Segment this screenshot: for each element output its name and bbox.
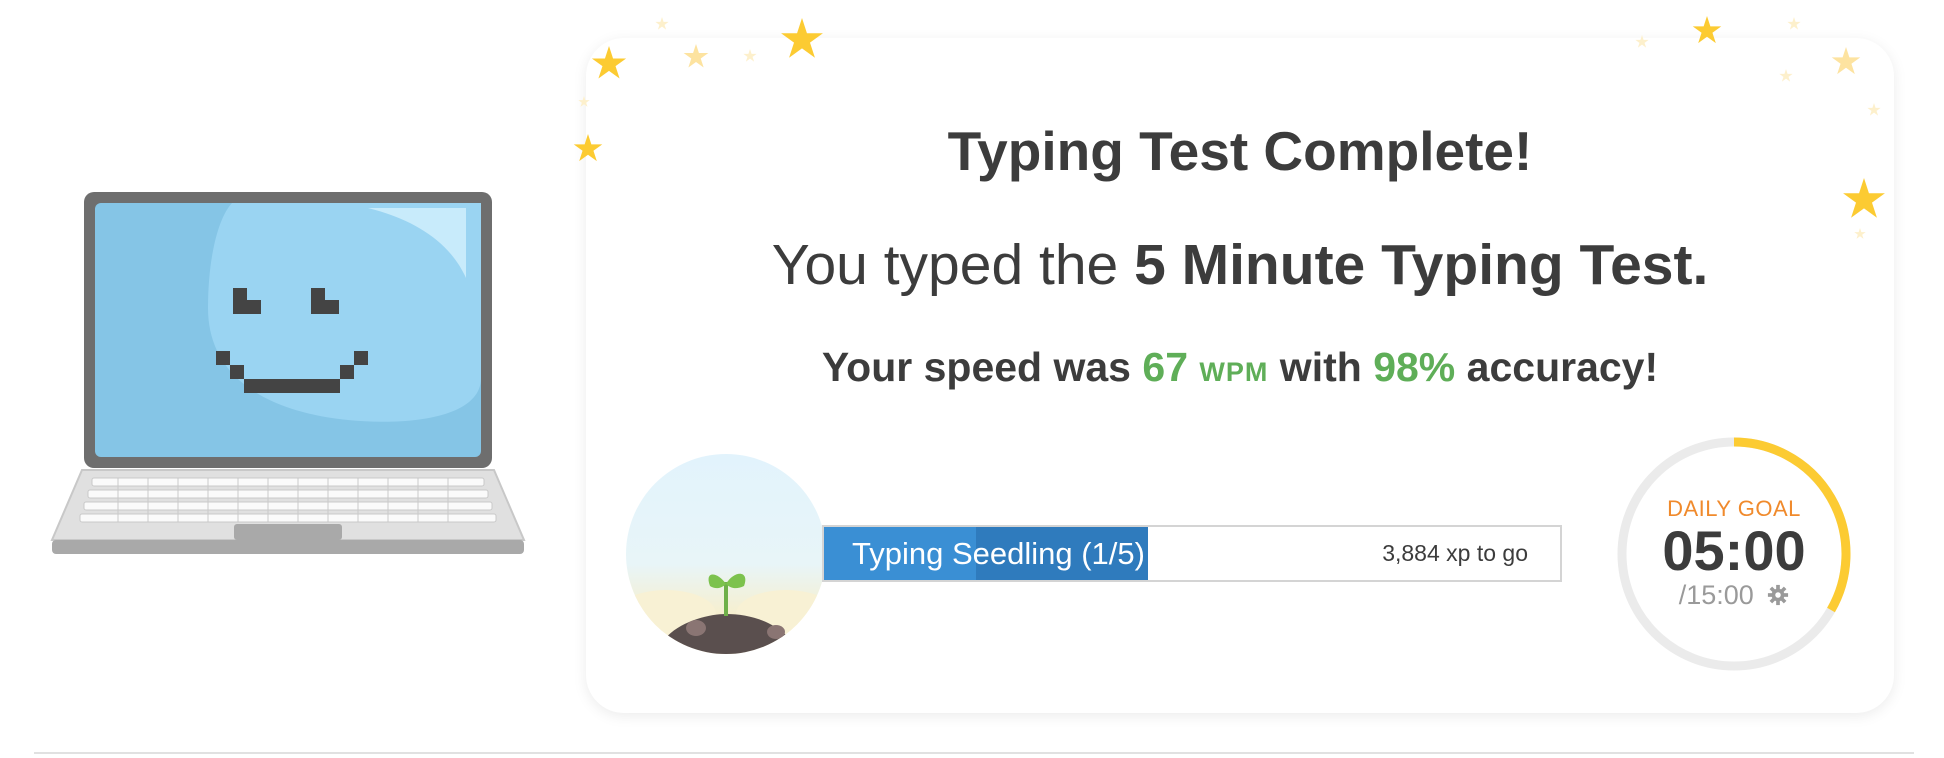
section-divider (34, 752, 1914, 754)
speed-line: Your speed was 67 WPM with 98% accuracy! (586, 342, 1894, 397)
test-name-line: You typed the 5 Minute Typing Test. (586, 230, 1894, 300)
speed-unit: WPM (1199, 357, 1269, 387)
gear-icon[interactable] (1767, 584, 1789, 606)
speed-middle: with (1279, 344, 1362, 390)
seedling-icon (626, 454, 826, 654)
daily-goal-total-text: /15:00 (1678, 579, 1754, 610)
result-title: Typing Test Complete! (947, 120, 1533, 182)
smiling-laptop-icon (50, 192, 526, 554)
accuracy-value: 98% (1373, 344, 1456, 390)
level-label: Typing Seedling (1/5) (852, 536, 1145, 571)
test-name: 5 Minute Typing Test. (1134, 233, 1709, 297)
level-progress-bar: Typing Seedling (1/5) 3,884 xp to go (822, 525, 1562, 582)
test-prefix: You typed the (771, 233, 1119, 297)
accuracy-suffix: accuracy! (1466, 344, 1659, 390)
xp-remaining: 3,884 xp to go (1382, 540, 1528, 566)
speed-value: 67 (1142, 344, 1188, 390)
level-progress-fill: Typing Seedling (1/5) (824, 527, 1148, 580)
daily-goal-time: 05:00 (1662, 519, 1806, 582)
daily-goal-total: /15:00 (1614, 577, 1854, 611)
speed-prefix: Your speed was (821, 344, 1131, 390)
